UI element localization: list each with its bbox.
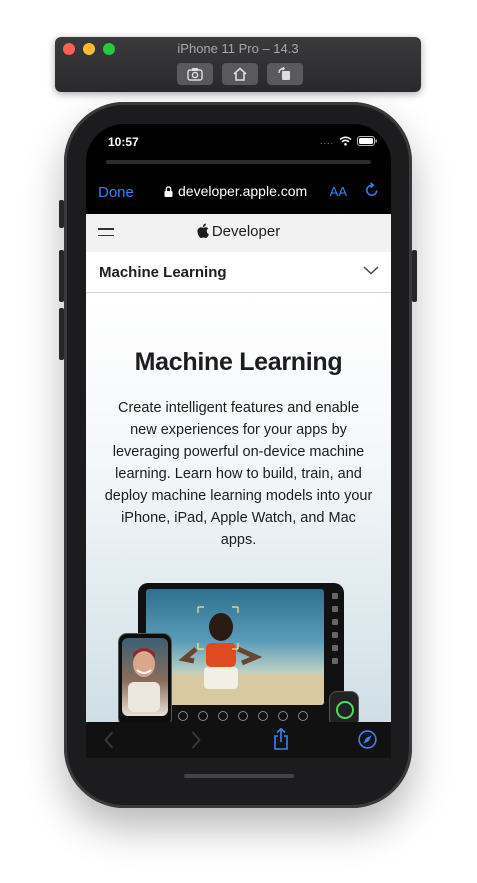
compass-icon[interactable] bbox=[358, 730, 377, 749]
local-nav[interactable]: Machine Learning bbox=[86, 252, 391, 293]
apple-watch-illustration bbox=[329, 691, 359, 722]
hero-description: Create intelligent features and enable n… bbox=[104, 400, 373, 548]
hero-title: Machine Learning bbox=[134, 348, 343, 376]
home-button[interactable] bbox=[222, 63, 258, 85]
url-text: developer.apple.com bbox=[178, 183, 308, 199]
signal-dots: .... bbox=[319, 136, 334, 146]
safari-bottom-toolbar bbox=[86, 722, 391, 758]
battery-icon bbox=[357, 136, 377, 146]
forward-icon[interactable] bbox=[191, 731, 201, 749]
brand-name: Developer bbox=[211, 223, 281, 240]
web-content: Developer Machine Learning Machine Learn… bbox=[86, 214, 391, 722]
ipad-side-controls bbox=[330, 593, 340, 703]
screenshot-button[interactable] bbox=[177, 63, 213, 85]
iphone-screen-image bbox=[122, 638, 168, 716]
simulator-window-bar: iPhone 11 Pro – 14.3 bbox=[55, 37, 421, 92]
rotate-icon bbox=[278, 67, 290, 80]
address-bar[interactable]: developer.apple.com bbox=[164, 183, 307, 199]
home-icon bbox=[233, 67, 247, 81]
rotate-button[interactable] bbox=[267, 63, 303, 85]
apple-logo-icon bbox=[197, 223, 209, 238]
chevron-down-icon[interactable] bbox=[363, 266, 379, 275]
simulator-title: iPhone 11 Pro – 14.3 bbox=[177, 41, 299, 56]
wifi-icon bbox=[339, 136, 352, 146]
developer-logo[interactable]: Developer bbox=[86, 223, 391, 240]
safari-top-bar: Done developer.apple.com AA bbox=[86, 170, 391, 214]
lock-icon bbox=[164, 185, 173, 197]
local-nav-title: Machine Learning bbox=[99, 264, 227, 281]
hero-section: Machine Learning Create intelligent feat… bbox=[86, 293, 391, 722]
home-indicator bbox=[184, 774, 294, 778]
phone-screen: 10:57 .... Done developer.apple.com AA D… bbox=[86, 124, 391, 758]
ipad-toolbar bbox=[178, 711, 328, 722]
screenshot-icon bbox=[187, 68, 203, 81]
ipad-screen-image bbox=[146, 589, 324, 705]
text-size-button[interactable]: AA bbox=[330, 184, 347, 199]
status-icons: .... bbox=[320, 136, 377, 146]
global-nav: Developer bbox=[86, 214, 391, 253]
notch bbox=[154, 124, 324, 150]
power-button bbox=[412, 250, 417, 302]
reload-button[interactable] bbox=[365, 182, 379, 202]
back-icon[interactable] bbox=[104, 731, 114, 749]
tab-strip bbox=[106, 160, 371, 164]
reload-icon bbox=[366, 182, 378, 196]
activity-ring bbox=[336, 701, 354, 719]
share-icon[interactable] bbox=[273, 728, 289, 750]
status-time: 10:57 bbox=[108, 135, 139, 149]
done-button[interactable]: Done bbox=[98, 184, 134, 201]
iphone-illustration bbox=[118, 633, 172, 722]
